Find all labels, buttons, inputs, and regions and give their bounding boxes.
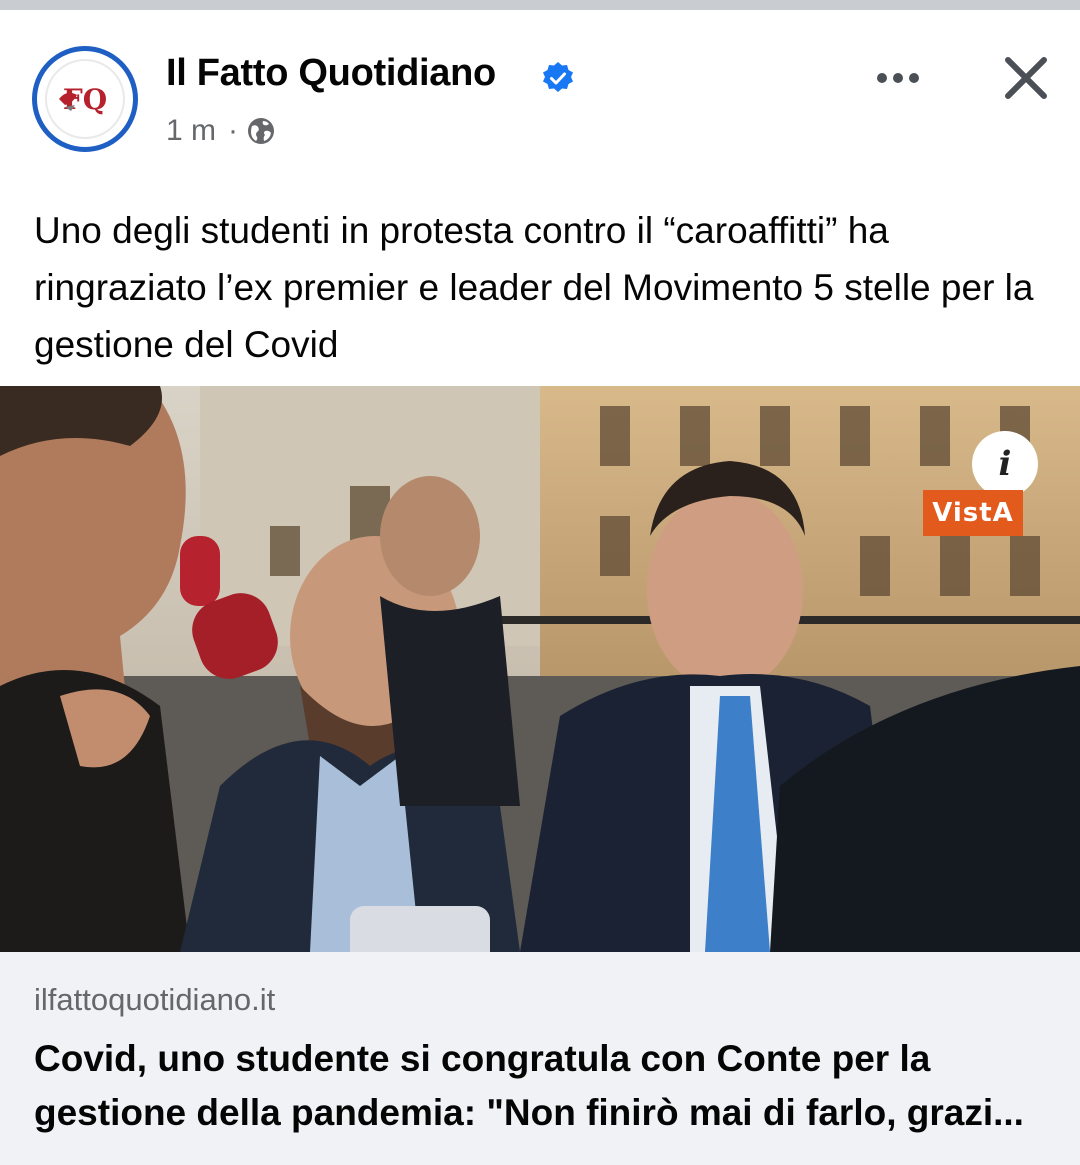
meta-separator: · bbox=[228, 114, 239, 147]
link-preview[interactable]: ilfattoquotidiano.it Covid, uno studente… bbox=[0, 952, 1080, 1165]
post-meta: 1 m · bbox=[166, 114, 276, 148]
avatar-logo-frame: FQ bbox=[45, 59, 125, 139]
link-domain: ilfattoquotidiano.it bbox=[34, 982, 276, 1017]
page-name[interactable]: Il Fatto Quotidiano bbox=[166, 52, 496, 95]
post-timestamp[interactable]: 1 m bbox=[166, 114, 216, 148]
link-title: Covid, uno studente si congratula con Co… bbox=[34, 1038, 1024, 1133]
close-icon[interactable] bbox=[998, 50, 1054, 106]
fq-logo-icon: FQ bbox=[59, 83, 107, 116]
vista-watermark: VistA bbox=[923, 490, 1023, 536]
photo-illustration bbox=[0, 386, 1080, 952]
verified-badge-icon bbox=[543, 62, 573, 92]
more-options-button[interactable] bbox=[870, 56, 926, 100]
photo-info-button[interactable]: i bbox=[972, 431, 1038, 497]
top-separator bbox=[0, 0, 1080, 10]
globe-icon bbox=[248, 118, 275, 144]
more-options-icon bbox=[877, 73, 919, 83]
post-text: Uno degli studenti in protesta contro il… bbox=[34, 210, 1034, 365]
page-avatar[interactable]: FQ bbox=[32, 46, 138, 152]
post-card: FQ Il Fatto Quotidiano 1 m · Uno degli s… bbox=[0, 10, 1080, 1165]
post-photo[interactable] bbox=[0, 386, 1080, 952]
